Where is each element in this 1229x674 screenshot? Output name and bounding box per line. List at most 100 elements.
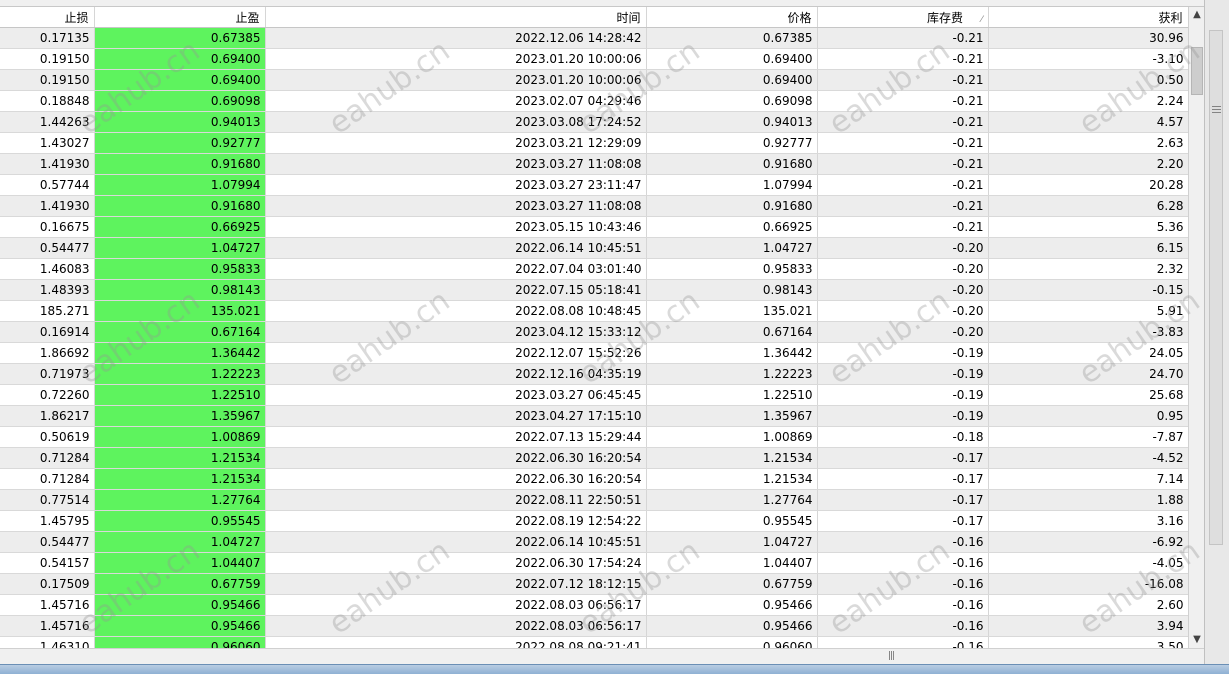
cell-sl: 0.17135 (0, 27, 95, 49)
cell-profit: -3.10 (988, 48, 1188, 70)
table-row[interactable]: 1.45795 0.95545 2022.08.19 12:54:22 0.95545… (0, 510, 1188, 532)
cell-tp: 0.69400 (94, 69, 266, 91)
table-row[interactable]: 1.45716 0.95466 2022.08.03 06:56:17 0.95466… (0, 594, 1188, 616)
table-row[interactable]: 185.271 135.021 2022.08.08 10:48:45 135.021… (0, 300, 1188, 322)
header-take-profit[interactable]: 止盈 (94, 7, 266, 28)
cell-swap: -0.16 (817, 615, 989, 637)
cell-sl: 0.54477 (0, 237, 95, 259)
horizontal-scrollbar[interactable]: ||| (0, 648, 1204, 665)
table-row[interactable]: 1.86217 1.35967 2023.04.27 17:15:10 1.35967… (0, 405, 1188, 427)
cell-price: 1.04407 (646, 552, 818, 574)
cell-price: 0.94013 (646, 111, 818, 133)
table-row[interactable]: 1.46083 0.95833 2022.07.04 03:01:40 0.95833… (0, 258, 1188, 280)
cell-time: 2022.06.30 17:54:24 (265, 552, 647, 574)
cell-profit: 30.96 (988, 27, 1188, 49)
cell-time: 2023.03.21 12:29:09 (265, 132, 647, 154)
header-profit[interactable]: 获利 (988, 7, 1188, 28)
cell-time: 2023.03.27 11:08:08 (265, 195, 647, 217)
scroll-up-icon[interactable]: ▲ (1189, 7, 1205, 23)
cell-profit: 24.05 (988, 342, 1188, 364)
cell-tp: 1.07994 (94, 174, 266, 196)
cell-tp: 1.27764 (94, 489, 266, 511)
table-row[interactable]: 1.46310 0.96060 2022.08.08 09:21:41 0.96060… (0, 636, 1188, 648)
cell-swap: -0.17 (817, 489, 989, 511)
cell-profit: 5.36 (988, 216, 1188, 238)
cell-sl: 0.50619 (0, 426, 95, 448)
table-row[interactable]: 0.17509 0.67759 2022.07.12 18:12:15 0.67759… (0, 573, 1188, 595)
table-row[interactable]: 0.17135 0.67385 2022.12.06 14:28:42 0.67385… (0, 27, 1188, 49)
table-row[interactable]: 0.16675 0.66925 2023.05.15 10:43:46 0.66925… (0, 216, 1188, 238)
cell-swap: -0.20 (817, 279, 989, 301)
cell-price: 1.27764 (646, 489, 818, 511)
table-row[interactable]: 0.54477 1.04727 2022.06.14 10:45:51 1.04727… (0, 237, 1188, 259)
cell-profit: 25.68 (988, 384, 1188, 406)
outer-scroll-grip-icon[interactable]: ||| (1211, 105, 1221, 114)
cell-swap: -0.20 (817, 321, 989, 343)
header-swap[interactable]: 库存费 ⁄ (817, 7, 989, 28)
cell-sl: 0.57744 (0, 174, 95, 196)
cell-swap: -0.17 (817, 447, 989, 469)
table-row[interactable]: 1.86692 1.36442 2022.12.07 15:52:26 1.36442… (0, 342, 1188, 364)
cell-time: 2023.03.27 23:11:47 (265, 174, 647, 196)
table-row[interactable]: 0.50619 1.00869 2022.07.13 15:29:44 1.00869… (0, 426, 1188, 448)
cell-tp: 0.98143 (94, 279, 266, 301)
table-row[interactable]: 0.16914 0.67164 2023.04.12 15:33:12 0.67164… (0, 321, 1188, 343)
cell-profit: 2.63 (988, 132, 1188, 154)
table-row[interactable]: 1.48393 0.98143 2022.07.15 05:18:41 0.98143… (0, 279, 1188, 301)
cell-swap: -0.21 (817, 195, 989, 217)
table-row[interactable]: 0.71284 1.21534 2022.06.30 16:20:54 1.21534… (0, 468, 1188, 490)
cell-sl: 1.86217 (0, 405, 95, 427)
cell-swap: -0.21 (817, 48, 989, 70)
cell-price: 135.021 (646, 300, 818, 322)
cell-time: 2023.05.15 10:43:46 (265, 216, 647, 238)
table-row[interactable]: 1.41930 0.91680 2023.03.27 11:08:08 0.91680… (0, 153, 1188, 175)
cell-sl: 1.45716 (0, 594, 95, 616)
cell-swap: -0.21 (817, 69, 989, 91)
table-row[interactable]: 0.71284 1.21534 2022.06.30 16:20:54 1.21534… (0, 447, 1188, 469)
cell-sl: 1.41930 (0, 153, 95, 175)
table-row[interactable]: 0.77514 1.27764 2022.08.11 22:50:51 1.27764… (0, 489, 1188, 511)
cell-time: 2022.08.03 06:56:17 (265, 615, 647, 637)
table-row[interactable]: 1.44263 0.94013 2023.03.08 17:24:52 0.94013… (0, 111, 1188, 133)
table-row[interactable]: 0.54157 1.04407 2022.06.30 17:54:24 1.04407… (0, 552, 1188, 574)
cell-price: 1.21534 (646, 447, 818, 469)
header-stop-loss[interactable]: 止损 (0, 7, 95, 28)
cell-tp: 1.22510 (94, 384, 266, 406)
cell-time: 2022.08.08 10:48:45 (265, 300, 647, 322)
table-row[interactable]: 0.19150 0.69400 2023.01.20 10:00:06 0.69400… (0, 69, 1188, 91)
table-row[interactable]: 0.18848 0.69098 2023.02.07 04:29:46 0.69098… (0, 90, 1188, 112)
table-row[interactable]: 1.45716 0.95466 2022.08.03 06:56:17 0.95466… (0, 615, 1188, 637)
header-price[interactable]: 价格 (646, 7, 818, 28)
cell-tp: 1.04727 (94, 531, 266, 553)
cell-time: 2022.06.14 10:45:51 (265, 531, 647, 553)
scroll-down-icon[interactable]: ▼ (1189, 632, 1205, 648)
cell-time: 2022.08.11 22:50:51 (265, 489, 647, 511)
scroll-thumb[interactable] (1191, 47, 1203, 95)
cell-price: 1.04727 (646, 531, 818, 553)
table-row[interactable]: 0.54477 1.04727 2022.06.14 10:45:51 1.04727… (0, 531, 1188, 553)
cell-time: 2023.03.27 06:45:45 (265, 384, 647, 406)
outer-vertical-scrollbar[interactable]: ||| (1204, 0, 1229, 664)
table-row[interactable]: 0.19150 0.69400 2023.01.20 10:00:06 0.69400… (0, 48, 1188, 70)
header-time[interactable]: 时间 (265, 7, 647, 28)
cell-profit: 4.57 (988, 111, 1188, 133)
cell-profit: 7.14 (988, 468, 1188, 490)
table-row[interactable]: 0.71973 1.22223 2022.12.16 04:35:19 1.22223… (0, 363, 1188, 385)
cell-swap: -0.20 (817, 237, 989, 259)
cell-time: 2022.08.03 06:56:17 (265, 594, 647, 616)
cell-sl: 1.45795 (0, 510, 95, 532)
vertical-scrollbar[interactable]: ▲ ▼ (1188, 7, 1205, 648)
cell-price: 0.96060 (646, 636, 818, 648)
table-row[interactable]: 1.43027 0.92777 2023.03.21 12:29:09 0.92777… (0, 132, 1188, 154)
table-row[interactable]: 0.72260 1.22510 2023.03.27 06:45:45 1.22510… (0, 384, 1188, 406)
cell-price: 1.35967 (646, 405, 818, 427)
scroll-grip-icon[interactable]: ||| (888, 651, 895, 661)
cell-time: 2022.07.04 03:01:40 (265, 258, 647, 280)
cell-time: 2023.01.20 10:00:06 (265, 69, 647, 91)
cell-sl: 1.46083 (0, 258, 95, 280)
cell-profit: -7.87 (988, 426, 1188, 448)
table-row[interactable]: 1.41930 0.91680 2023.03.27 11:08:08 0.91680… (0, 195, 1188, 217)
table-row[interactable]: 0.57744 1.07994 2023.03.27 23:11:47 1.07994… (0, 174, 1188, 196)
cell-tp: 1.35967 (94, 405, 266, 427)
cell-time: 2022.07.15 05:18:41 (265, 279, 647, 301)
